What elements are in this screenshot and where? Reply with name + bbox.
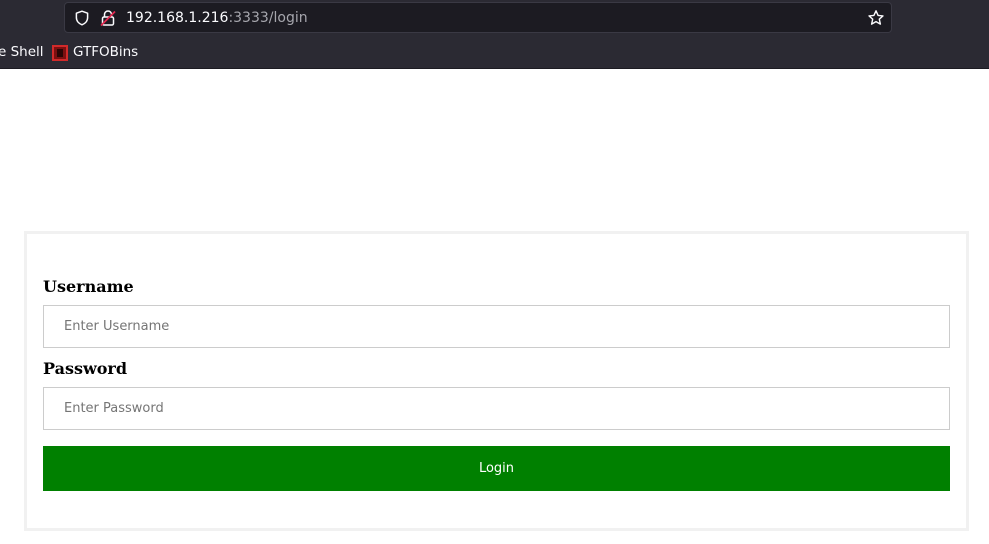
url-path: :3333/login bbox=[228, 10, 308, 26]
login-form: Username Password Login bbox=[24, 231, 969, 531]
login-button[interactable]: Login bbox=[43, 446, 950, 491]
bookmarks-toolbar: e Shell GTFOBins bbox=[0, 37, 989, 67]
address-bar[interactable]: 192.168.1.216:3333/login bbox=[64, 2, 892, 33]
url-text[interactable]: 192.168.1.216:3333/login bbox=[126, 9, 308, 27]
gtfobins-favicon-icon bbox=[52, 45, 68, 61]
password-input[interactable] bbox=[43, 387, 950, 430]
bookmark-gtfobins[interactable]: GTFOBins bbox=[73, 44, 138, 60]
password-label: Password bbox=[43, 359, 128, 378]
url-host: 192.168.1.216 bbox=[126, 10, 229, 26]
browser-toolbar: 192.168.1.216:3333/login e Shell GTFOBin… bbox=[0, 0, 989, 69]
insecure-lock-icon[interactable] bbox=[100, 9, 116, 27]
bookmark-star-icon[interactable] bbox=[867, 9, 885, 27]
bookmark-shell[interactable]: e Shell bbox=[0, 44, 44, 60]
username-label: Username bbox=[43, 277, 134, 296]
username-input[interactable] bbox=[43, 305, 950, 348]
shield-icon[interactable] bbox=[74, 10, 90, 26]
